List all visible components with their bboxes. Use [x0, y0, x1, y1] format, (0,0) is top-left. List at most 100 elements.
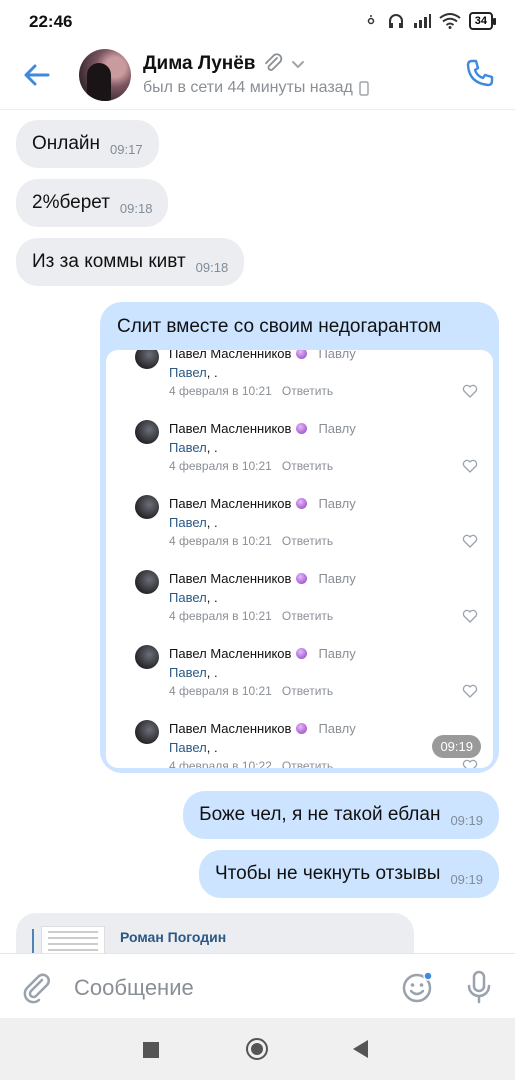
- message-text: Боже чел, я не такой еблан: [199, 804, 441, 825]
- commenter-name: Павел Масленников: [169, 496, 292, 511]
- comment-answer-label: Ответить: [281, 684, 334, 698]
- contact-name: Дима Лунёв: [143, 53, 256, 74]
- comment-suffix: , .: [206, 665, 218, 680]
- heart-icon: [462, 459, 478, 473]
- contact-name-row[interactable]: Дима Лунёв: [143, 53, 306, 75]
- message-input[interactable]: [74, 971, 374, 1005]
- commenter-name: Павел Масленников: [169, 421, 292, 436]
- heart-icon: [462, 684, 478, 698]
- status-bar: 22:46 34: [0, 0, 515, 44]
- outgoing-message[interactable]: Боже чел, я не такой еблан 09:19: [183, 791, 499, 839]
- incoming-message[interactable]: 2%берет 09:18: [16, 179, 169, 227]
- home-button[interactable]: [246, 1038, 268, 1060]
- commenter-row: Павел Масленников Павлу: [169, 350, 356, 361]
- comment-meta: 4 февраля в 10:21 Ответить: [169, 384, 333, 398]
- comment-date: 4 февраля в 10:21: [169, 459, 272, 473]
- incoming-message[interactable]: Онлайн 09:17: [16, 120, 159, 168]
- alarm-icon: [367, 15, 374, 25]
- comment-suffix: , .: [206, 590, 218, 605]
- comment-item: Павел Масленников Павлу Павел, . 4 февраля …: [106, 350, 493, 406]
- commenter-avatar: [135, 645, 159, 669]
- commenter-avatar: [135, 350, 159, 369]
- comment-answer-label: Ответить: [281, 759, 334, 768]
- comment-date: 4 февраля в 10:21: [169, 609, 272, 623]
- message-time: 09:19: [450, 812, 483, 828]
- comment-text: Павел, .: [169, 590, 218, 605]
- message-time: 09:18: [119, 200, 153, 216]
- avatar[interactable]: [79, 49, 131, 101]
- heart-icon: [462, 384, 478, 398]
- commenter-row: Павел Масленников Павлу: [169, 646, 356, 661]
- comment-text: Павел, .: [169, 740, 218, 755]
- comment-date: 4 февраля в 10:21: [169, 384, 272, 398]
- commenter-name: Павел Масленников: [169, 571, 292, 586]
- comment-meta: 4 февраля в 10:21 Ответить: [169, 534, 333, 548]
- commenter-avatar: [135, 495, 159, 519]
- comment-mention: Павел: [169, 440, 207, 455]
- attach-icon[interactable]: [20, 971, 54, 1005]
- outgoing-message[interactable]: Чтобы не чекнуть отзывы 09:19: [198, 850, 499, 898]
- comment-meta: 4 февраля в 10:21 Ответить: [169, 609, 333, 623]
- comment-text: Павел, .: [169, 440, 218, 455]
- message-time: 09:19: [450, 871, 483, 887]
- microphone-icon[interactable]: [464, 969, 494, 1005]
- outgoing-message-with-image[interactable]: Слит вместе со своим недогарантом Павел …: [100, 302, 499, 773]
- contact-status-row: был в сети 44 минуты назад: [143, 79, 369, 97]
- message-text: 2%берет: [32, 192, 110, 213]
- attached-screenshot[interactable]: Павел Масленников Павлу Павел, .4 февраля …: [106, 350, 493, 768]
- battery-indicator: 34: [468, 12, 497, 30]
- crystal-ball-emoji-icon: [296, 723, 308, 734]
- reply-to-label: Павлу: [318, 571, 356, 586]
- comment-mention: Павел: [169, 740, 207, 755]
- crystal-ball-emoji-icon: [296, 350, 308, 359]
- comment-mention: Павел: [169, 665, 207, 680]
- comment-mention: Павел: [169, 365, 207, 380]
- commenter-avatar: [135, 420, 159, 444]
- comment-date: 4 февраля в 10:21: [169, 534, 272, 548]
- commenter-name: Павел Масленников: [169, 350, 292, 361]
- commenter-name: Павел Масленников: [169, 721, 292, 736]
- message-text: Слит вместе со своим недогарантом: [117, 316, 442, 337]
- phone-icon[interactable]: [463, 56, 497, 90]
- comment-item: Павел Масленников Павлу Павел, . 4 февраля …: [106, 631, 493, 706]
- system-nav-bar: [0, 1018, 515, 1080]
- comment-answer-label: Ответить: [281, 534, 334, 548]
- comment-date: 4 февраля в 10:21: [169, 684, 272, 698]
- commenter-row: Павел Масленников Павлу: [169, 721, 356, 736]
- incoming-message[interactable]: Из за коммы кивт 09:18: [16, 238, 245, 286]
- heart-icon: [462, 534, 478, 548]
- comment-date: 4 февраля в 10:22: [169, 759, 272, 768]
- back-button[interactable]: [353, 1040, 368, 1058]
- comment-mention: Павел: [169, 590, 207, 605]
- comment-item: Павел Масленников Павлу Павел, . 4 февраля …: [106, 406, 493, 481]
- comment-mention: Павел: [169, 515, 207, 530]
- comment-suffix: , .: [206, 365, 218, 380]
- paperclip-icon: [264, 53, 282, 71]
- commenter-row: Павел Масленников Павлу: [169, 571, 356, 586]
- comment-answer-label: Ответить: [281, 384, 334, 398]
- forwarded-author: Роман Погодин: [120, 929, 227, 945]
- recents-button[interactable]: [143, 1042, 159, 1058]
- crystal-ball-emoji-icon: [296, 498, 308, 509]
- comment-answer-label: Ответить: [281, 459, 334, 473]
- comment-meta: 4 февраля в 10:22 Ответить: [169, 759, 333, 768]
- crystal-ball-emoji-icon: [296, 648, 308, 659]
- crystal-ball-emoji-icon: [296, 573, 308, 584]
- commenter-avatar: [135, 570, 159, 594]
- reply-to-label: Павлу: [318, 721, 356, 736]
- message-text: Онлайн: [32, 133, 101, 154]
- comment-answer-label: Ответить: [281, 609, 334, 623]
- emoji-icon[interactable]: [400, 969, 436, 1005]
- chevron-down-icon[interactable]: [290, 56, 306, 72]
- back-arrow-icon[interactable]: [20, 58, 54, 92]
- heart-icon: [462, 609, 478, 623]
- headphones-icon: [388, 14, 403, 28]
- message-text: Чтобы не чекнуть отзывы: [214, 863, 441, 884]
- reply-to-label: Павлу: [318, 421, 356, 436]
- status-time: 22:46: [29, 12, 73, 31]
- comment-item: Павел Масленников Павлу Павел, . 4 февраля …: [106, 481, 493, 556]
- message-time: 09:19: [432, 735, 481, 758]
- message-composer: [0, 953, 515, 1018]
- comment-meta: 4 февраля в 10:21 Ответить: [169, 459, 333, 473]
- comment-suffix: , .: [206, 515, 218, 530]
